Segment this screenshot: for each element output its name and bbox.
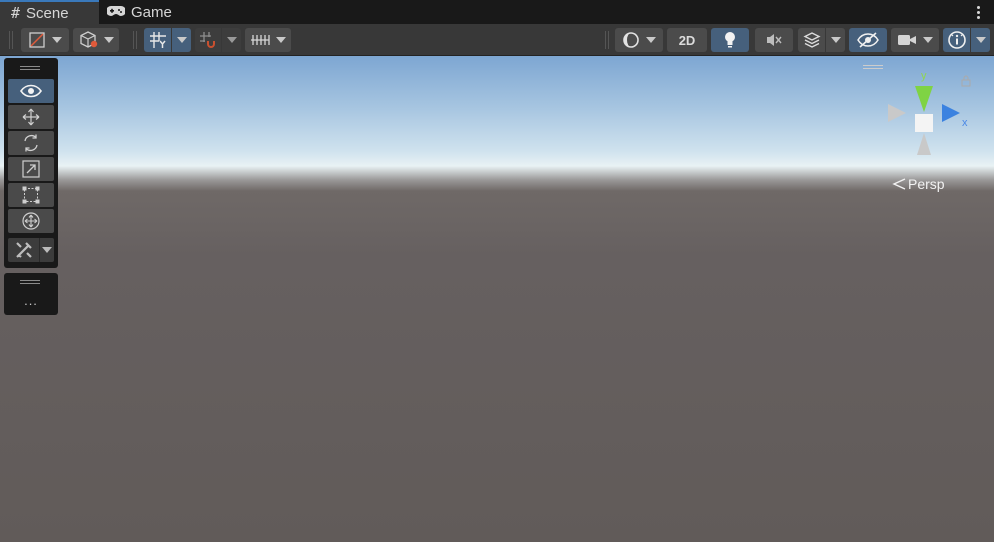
draw-mode-icon xyxy=(29,32,45,48)
orientation-gizmo[interactable]: y x xyxy=(884,68,974,158)
gizmos-button[interactable] xyxy=(943,28,970,52)
rect-tool-button[interactable] xyxy=(8,183,54,207)
rotate-tool-icon xyxy=(24,134,38,152)
lighting-toggle[interactable] xyxy=(711,28,749,52)
gizmo-x-label: x xyxy=(962,117,968,129)
tab-bar: # Scene Game xyxy=(0,0,994,24)
tab-game[interactable]: Game xyxy=(106,0,197,24)
gizmo-drag-handle[interactable] xyxy=(863,65,883,71)
audio-toggle[interactable] xyxy=(755,28,793,52)
gizmo-neg-y-cone[interactable] xyxy=(917,133,931,155)
more-overlay[interactable]: ... xyxy=(4,273,58,315)
scene-toolbar: 2D xyxy=(0,24,994,56)
custom-tools-dropdown[interactable] xyxy=(40,238,54,262)
tab-scene-label: Scene xyxy=(26,4,69,22)
projection-label: Persp xyxy=(908,176,945,192)
tab-scene[interactable]: # Scene xyxy=(0,0,99,24)
toolbar-grip[interactable] xyxy=(133,31,137,49)
gizmo-y-label: y xyxy=(921,70,927,82)
render-sphere-icon xyxy=(623,32,639,48)
transform-tool-button[interactable] xyxy=(8,209,54,233)
scene-camera-button[interactable] xyxy=(891,28,939,52)
transform-tool-icon xyxy=(22,212,40,230)
rotate-tool-button[interactable] xyxy=(8,131,54,155)
grid-ruler-icon xyxy=(251,35,270,45)
rect-tool-icon xyxy=(22,186,40,204)
overlay-drag-handle[interactable] xyxy=(20,283,40,284)
gizmo-lock-icon[interactable] xyxy=(961,79,971,87)
2d-toggle[interactable]: 2D xyxy=(667,28,707,52)
custom-tools-icon xyxy=(15,242,32,258)
scale-tool-icon xyxy=(22,160,40,178)
increment-snap-icon xyxy=(200,32,215,48)
tab-game-label: Game xyxy=(131,3,172,21)
custom-tools-button[interactable] xyxy=(8,238,54,262)
draw-mode-button[interactable] xyxy=(21,28,69,52)
gizmo-y-cone[interactable] xyxy=(915,86,933,112)
grid-snap-button[interactable] xyxy=(144,28,171,52)
grid-snap-icon xyxy=(149,32,166,48)
custom-tools-main[interactable] xyxy=(8,238,40,262)
gizmo-center-cube[interactable] xyxy=(915,114,933,132)
gizmo-neg-x-cone[interactable] xyxy=(888,104,906,122)
scene-visibility-toggle[interactable] xyxy=(849,28,887,52)
increment-snap-dropdown[interactable] xyxy=(222,28,241,52)
camera-icon xyxy=(898,35,916,45)
gamepad-icon xyxy=(106,4,126,21)
shading-mode-button[interactable] xyxy=(73,28,119,52)
tools-overlay xyxy=(4,58,58,268)
projection-toggle[interactable]: Persp xyxy=(892,176,945,192)
lighting-bulb-icon xyxy=(725,32,735,48)
render-mode-button[interactable] xyxy=(615,28,663,52)
view-tool-button[interactable] xyxy=(8,79,54,103)
audio-mute-icon xyxy=(767,34,782,46)
more-menu-icon[interactable] xyxy=(972,3,984,21)
move-tool-button[interactable] xyxy=(8,105,54,129)
overlay-drag-handle[interactable] xyxy=(20,280,40,281)
effects-toggle[interactable] xyxy=(798,28,825,52)
effects-dropdown[interactable] xyxy=(826,28,845,52)
increment-snap-button[interactable] xyxy=(195,28,221,52)
visibility-eye-icon xyxy=(857,32,879,48)
overlay-drag-handle[interactable] xyxy=(20,66,40,67)
scene-viewport[interactable] xyxy=(0,56,994,542)
overlay-drag-handle[interactable] xyxy=(20,69,40,70)
gizmos-dropdown[interactable] xyxy=(971,28,990,52)
toolbar-grip[interactable] xyxy=(9,31,13,49)
grid-visibility-button[interactable] xyxy=(245,28,291,52)
toolbar-grip[interactable] xyxy=(605,31,609,49)
gizmo-x-cone[interactable] xyxy=(942,104,960,122)
grid-hash-icon: # xyxy=(11,4,21,22)
shading-cube-icon xyxy=(79,31,97,48)
more-overlay-label: ... xyxy=(24,293,38,308)
grid-snap-dropdown[interactable] xyxy=(172,28,191,52)
move-tool-icon xyxy=(22,108,40,126)
effects-layers-icon xyxy=(802,32,821,48)
view-tool-eye-icon xyxy=(20,84,42,98)
perspective-chevron-icon xyxy=(892,178,906,190)
gizmos-info-icon xyxy=(947,31,966,49)
scale-tool-button[interactable] xyxy=(8,157,54,181)
